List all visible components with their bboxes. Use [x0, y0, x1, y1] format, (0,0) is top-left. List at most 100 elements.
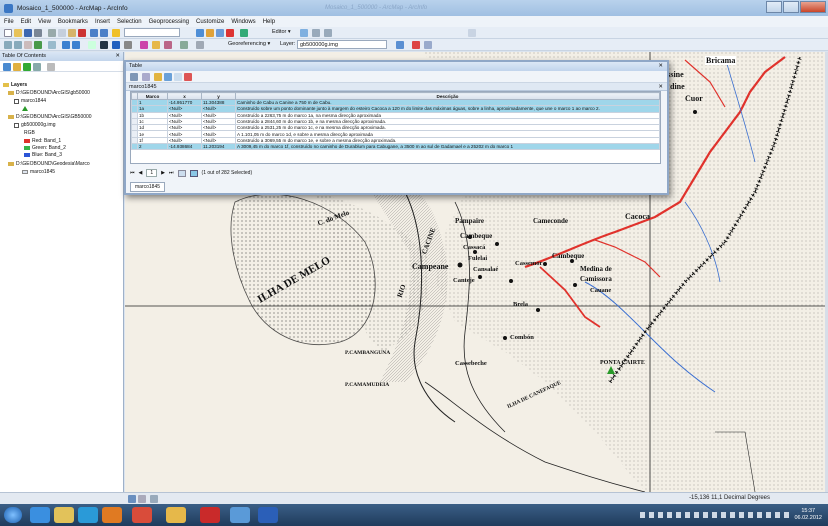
- refresh-icon[interactable]: [150, 495, 158, 503]
- menu-selection[interactable]: Selection: [117, 19, 142, 25]
- toc-group-1[interactable]: D:\GEOBOUND\ArcGIS\gb50000: [8, 90, 90, 96]
- hyperlink-icon[interactable]: [152, 41, 160, 49]
- next-record-button[interactable]: ▶: [161, 170, 165, 176]
- scale-combo[interactable]: [124, 28, 180, 37]
- find-icon[interactable]: [124, 41, 132, 49]
- delete-icon[interactable]: [78, 29, 86, 37]
- print-icon[interactable]: [34, 29, 42, 37]
- redo-icon[interactable]: [100, 29, 108, 37]
- layout-view-icon[interactable]: [138, 495, 146, 503]
- new-icon[interactable]: [4, 29, 12, 37]
- menu-insert[interactable]: Insert: [95, 19, 110, 25]
- arcmap-taskbar-icon[interactable]: [132, 507, 152, 523]
- pan-icon[interactable]: [24, 41, 32, 49]
- menu-help[interactable]: Help: [263, 19, 275, 25]
- save-icon[interactable]: [24, 29, 32, 37]
- related-tables-icon[interactable]: [142, 73, 150, 81]
- search-icon[interactable]: [216, 29, 224, 37]
- undo-icon[interactable]: [90, 29, 98, 37]
- delete-selected-icon[interactable]: [184, 73, 192, 81]
- data-view-icon[interactable]: [128, 495, 136, 503]
- georeferencing-menu[interactable]: Georeferencing ▾: [228, 41, 270, 47]
- column-header-descricao[interactable]: Descrição: [235, 92, 660, 100]
- python-icon[interactable]: [240, 29, 248, 37]
- select-elements-icon[interactable]: [100, 41, 108, 49]
- list-by-selection-icon[interactable]: [33, 63, 41, 71]
- last-record-button[interactable]: ⏭: [169, 170, 174, 176]
- magnifier-icon[interactable]: [230, 507, 250, 523]
- file-explorer-icon[interactable]: [54, 507, 74, 523]
- open-icon[interactable]: [14, 29, 22, 37]
- menu-bookmarks[interactable]: Bookmarks: [58, 19, 88, 25]
- previous-record-button[interactable]: ◀: [139, 170, 143, 176]
- table-subtitle-close[interactable]: ✕: [658, 83, 663, 91]
- list-by-source-icon[interactable]: [13, 63, 21, 71]
- toc-layer-marco1844[interactable]: marco1844: [14, 98, 46, 104]
- acrobat-icon[interactable]: [200, 507, 220, 523]
- select-features-icon[interactable]: [88, 41, 96, 49]
- system-clock[interactable]: 15:37 06.02.2012: [794, 508, 822, 522]
- measure-icon[interactable]: [140, 41, 148, 49]
- word-icon[interactable]: [258, 507, 278, 523]
- toc-group-3[interactable]: D:\GEOBOUND\Geodesia\Marco: [8, 161, 90, 167]
- show-selected-records-icon[interactable]: [189, 169, 198, 177]
- menu-file[interactable]: File: [4, 19, 14, 25]
- menu-windows[interactable]: Windows: [231, 19, 255, 25]
- edit-tool-icon[interactable]: [300, 29, 308, 37]
- toc-layers[interactable]: Layers: [3, 82, 27, 88]
- table-options-icon[interactable]: [130, 73, 138, 81]
- start-button-icon[interactable]: [4, 507, 22, 523]
- show-all-records-icon[interactable]: [177, 169, 186, 177]
- firefox-icon[interactable]: [102, 507, 122, 523]
- switch-selection-icon[interactable]: [164, 73, 172, 81]
- list-by-visibility-icon[interactable]: [23, 63, 31, 71]
- menu-customize[interactable]: Customize: [196, 19, 224, 25]
- toc-table-marco1845[interactable]: marco1845: [22, 169, 55, 175]
- arctoolbox-icon[interactable]: [226, 29, 234, 37]
- zoom-in-icon[interactable]: [4, 41, 12, 49]
- table-tab-marco1845[interactable]: marco1845: [130, 182, 166, 192]
- full-extent-icon[interactable]: [34, 41, 42, 49]
- close-window-button[interactable]: [800, 1, 826, 13]
- attributes-icon[interactable]: [468, 29, 476, 37]
- sketch-icon[interactable]: [312, 29, 320, 37]
- cut-icon[interactable]: [48, 29, 56, 37]
- arccatalog-icon[interactable]: [166, 507, 186, 523]
- editor-menu[interactable]: Editor ▾: [272, 29, 291, 35]
- options-icon[interactable]: [47, 63, 55, 71]
- viewer-icon[interactable]: [196, 41, 204, 49]
- rotate-icon[interactable]: [396, 41, 404, 49]
- column-header-x[interactable]: x: [167, 92, 202, 100]
- toc-close-button[interactable]: ✕: [115, 52, 120, 61]
- menu-geoprocessing[interactable]: Geoprocessing: [149, 19, 189, 25]
- record-number-field[interactable]: 1: [146, 169, 158, 177]
- snap-icon[interactable]: [324, 29, 332, 37]
- menu-view[interactable]: View: [38, 19, 51, 25]
- time-slider-icon[interactable]: [180, 41, 188, 49]
- identify-icon[interactable]: [112, 41, 120, 49]
- view-link-table-icon[interactable]: [424, 41, 432, 49]
- paste-icon[interactable]: [68, 29, 76, 37]
- toc-group-2[interactable]: D:\GEOBOUND\ArcGIS\GB50000: [8, 114, 92, 120]
- select-by-attributes-icon[interactable]: [154, 73, 162, 81]
- editor-icon[interactable]: [196, 29, 204, 37]
- zoom-out-icon[interactable]: [14, 41, 22, 49]
- html-popup-icon[interactable]: [164, 41, 172, 49]
- maximize-button[interactable]: [783, 1, 799, 13]
- fixed-zoom-icon[interactable]: [48, 41, 56, 49]
- column-header-y[interactable]: y: [201, 92, 236, 100]
- forward-icon[interactable]: [72, 41, 80, 49]
- checkbox-icon[interactable]: [14, 122, 19, 128]
- internet-explorer-icon[interactable]: [30, 507, 50, 523]
- checkbox-icon[interactable]: [14, 98, 19, 104]
- add-data-icon[interactable]: [112, 29, 120, 37]
- list-by-drawing-order-icon[interactable]: [3, 63, 11, 71]
- minimize-button[interactable]: [766, 1, 782, 13]
- menu-edit[interactable]: Edit: [21, 19, 31, 25]
- first-record-button[interactable]: ⏮: [130, 170, 135, 176]
- column-header-marco[interactable]: Marco: [137, 92, 168, 100]
- table-row[interactable]: 1a <Null> <Null> Construído sobre um ponto …: [131, 105, 660, 113]
- toc-layer-raster[interactable]: gb500000g.img: [14, 122, 55, 128]
- table-close-button[interactable]: ✕: [658, 62, 663, 71]
- catalog-icon[interactable]: [206, 29, 214, 37]
